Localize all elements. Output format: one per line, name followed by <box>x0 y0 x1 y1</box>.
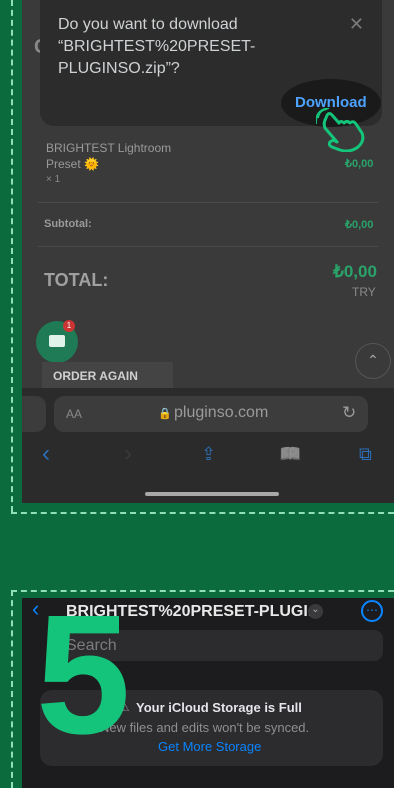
get-more-storage-link[interactable]: Get More Storage <box>158 739 261 754</box>
dashed-frame-left-bottom <box>11 590 13 788</box>
cart-item-name-2: Preset 🌞 <box>46 157 99 171</box>
forward-icon[interactable]: › <box>124 440 132 468</box>
chat-bubble-icon <box>49 335 65 347</box>
home-indicator <box>145 492 279 496</box>
divider <box>38 246 378 247</box>
chevron-down-icon[interactable]: ⌄ <box>308 604 323 619</box>
cart-item-price: ₺0,00 <box>345 158 374 170</box>
tabs-icon[interactable]: ⧉ <box>359 444 372 465</box>
reload-icon[interactable]: ↻ <box>342 403 356 423</box>
address-bar[interactable]: AA 🔒 pluginso.com ↻ <box>54 396 368 432</box>
close-icon[interactable]: ✕ <box>349 14 364 35</box>
total-label: TOTAL: <box>44 270 109 290</box>
download-message: Do you want to download “BRIGHTEST%20PRE… <box>58 16 256 77</box>
subtotal-label: Subtotal: <box>44 218 92 230</box>
bookmarks-icon[interactable]: 📖 <box>279 444 301 465</box>
previous-tab-address-bar[interactable] <box>22 396 46 432</box>
chat-notification-badge: 1 <box>63 320 75 332</box>
url-text: pluginso.com <box>174 404 269 421</box>
divider <box>38 202 378 203</box>
tutorial-image: { "download_dialog": { "message": "Do yo… <box>0 0 394 788</box>
subtotal-value: ₺0,00 <box>345 219 374 231</box>
total-value: ₺0,00 <box>333 262 377 281</box>
dashed-frame-divider-top <box>11 512 394 514</box>
order-again-button[interactable]: ORDER AGAIN <box>42 362 173 388</box>
icloud-title: Your iCloud Storage is Full <box>136 700 302 715</box>
cart-item-qty: × 1 <box>46 174 61 185</box>
lock-icon: 🔒 <box>158 408 172 420</box>
scroll-top-button[interactable]: ⌃ <box>355 343 391 379</box>
step-number: 5 <box>36 580 131 770</box>
more-options-icon[interactable]: ⋯ <box>361 600 383 622</box>
back-icon[interactable]: ‹ <box>42 440 50 468</box>
tap-hand-icon <box>316 108 365 152</box>
share-icon[interactable]: ⇪ <box>201 444 216 465</box>
total-currency: TRY <box>352 285 376 299</box>
icloud-subtitle: New files and edits won't be synced. <box>100 720 310 735</box>
cart-item-name: BRIGHTEST Lightroom <box>46 141 172 155</box>
dashed-frame-left-top <box>11 0 13 512</box>
reader-aa-button[interactable]: AA <box>66 407 82 421</box>
